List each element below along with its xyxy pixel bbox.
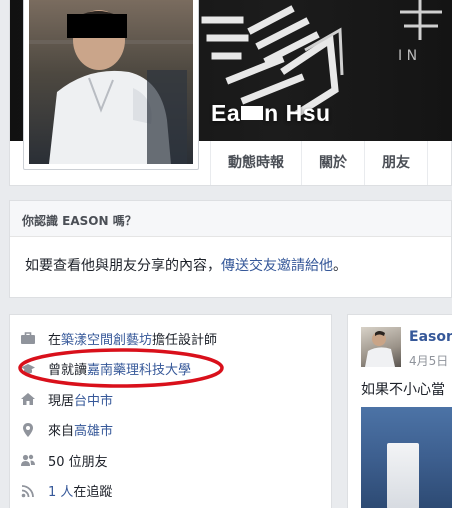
rss-icon	[21, 484, 34, 498]
school-link[interactable]: 嘉南藥理科技大學	[87, 359, 191, 378]
face-redaction	[67, 14, 127, 38]
post-date[interactable]: 4月5日	[409, 352, 448, 369]
post-author-avatar[interactable]	[361, 327, 401, 367]
profile-header: I N Ea n Hsu 動態時報 關於 朋友	[9, 0, 452, 186]
know-card-period: 。	[333, 258, 347, 274]
profile-picture[interactable]	[29, 0, 193, 164]
location-pin-icon	[23, 422, 33, 437]
post-card: Eason 4月5日 如果不小心當	[347, 314, 452, 508]
intro-current-city: 現居 台中市	[10, 384, 331, 415]
tab-about[interactable]: 關於	[301, 141, 364, 185]
current-city-link[interactable]: 台中市	[74, 390, 113, 409]
avatar-figure	[365, 331, 395, 367]
name-redaction	[241, 105, 264, 120]
intro-friends-count: 50 位朋友	[10, 445, 331, 476]
intro-followers: 1 人在追蹤	[10, 476, 331, 507]
svg-text:I N: I N	[398, 48, 417, 64]
photo-highlight	[387, 443, 419, 508]
tab-timeline[interactable]: 動態時報	[210, 141, 301, 185]
profile-name[interactable]: Ea n Hsu	[211, 100, 331, 127]
followers-link[interactable]: 1 人	[48, 481, 73, 500]
post-photo[interactable]	[361, 407, 452, 508]
graduation-cap-icon	[21, 363, 35, 374]
briefcase-icon	[21, 332, 35, 345]
intro-card: 在築漾空間創藝坊 擔任設計師 曾就讀 嘉南藥理科技大學 現居 台中市 來自 高雄市 50…	[9, 314, 332, 508]
post-text: 如果不小心當	[361, 382, 445, 398]
send-friend-request-link[interactable]: 傳送交友邀請給他	[221, 258, 333, 274]
know-card-text: 如要查看他與朋友分享的內容，	[25, 258, 221, 274]
post-author-name[interactable]: Eason	[409, 329, 452, 345]
tab-friends[interactable]: 朋友	[364, 141, 428, 185]
profile-tabs: 動態時報 關於 朋友	[210, 141, 428, 185]
profile-picture-frame[interactable]	[23, 0, 199, 170]
intro-hometown: 來自 高雄市	[10, 415, 331, 446]
know-card-body: 如要查看他與朋友分享的內容，傳送交友邀請給他。	[10, 237, 451, 275]
intro-education: 曾就讀 嘉南藥理科技大學	[10, 354, 331, 385]
workplace-link[interactable]: 築漾空間創藝坊	[61, 329, 152, 348]
hometown-link[interactable]: 高雄市	[74, 420, 113, 439]
home-icon	[21, 393, 35, 406]
intro-work: 在築漾空間創藝坊 擔任設計師	[10, 323, 331, 354]
friends-icon	[21, 455, 35, 467]
know-card: 你認識 EASON 嗎？ 如要查看他與朋友分享的內容，傳送交友邀請給他。	[9, 200, 452, 298]
know-card-title: 你認識 EASON 嗎？	[10, 201, 451, 237]
